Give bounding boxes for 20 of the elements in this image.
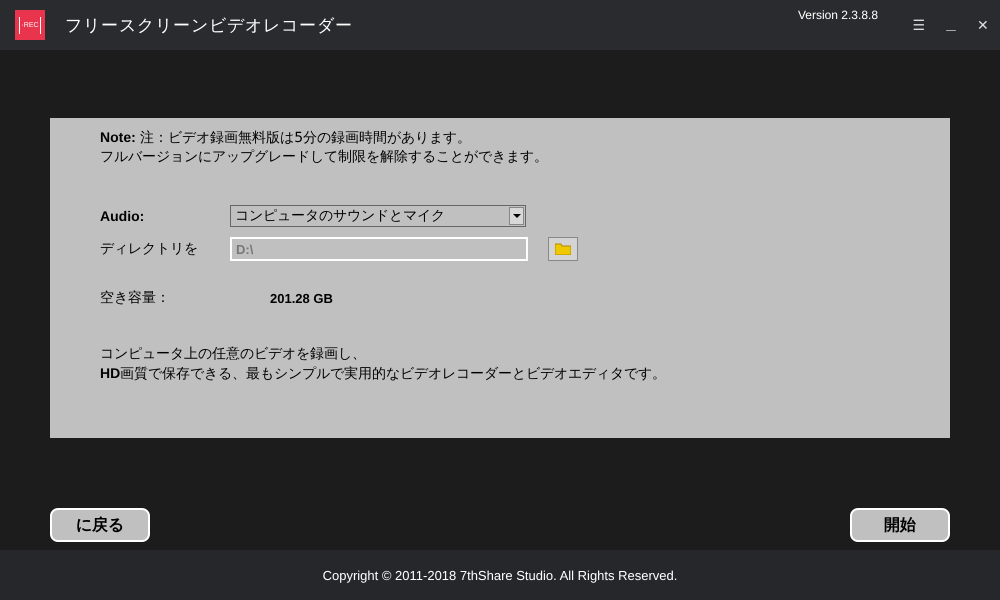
description-text: HD画質で保存できる、最もシンプルで実用的なビデオレコーダーとビデオエディタです。: [100, 364, 668, 384]
close-button[interactable]: ✕: [968, 17, 998, 33]
folder-icon: [555, 243, 571, 255]
start-button[interactable]: 開始: [850, 508, 950, 542]
audio-dropdown[interactable]: コンピュータのサウンドとマイク: [230, 205, 526, 227]
caret-icon: [509, 207, 524, 225]
description-text: コンピュータ上の任意のビデオを録画し、: [100, 345, 367, 364]
audio-label: Audio:: [100, 208, 146, 224]
window-title: フリースクリーンビデオレコーダー: [65, 14, 354, 36]
browse-folder-button[interactable]: [548, 237, 578, 261]
menu-button[interactable]: ☰: [904, 17, 934, 33]
note-text: Note: 注：ビデオ録画無料版は5分の録画時間があります。: [100, 128, 472, 148]
version-label: Version 2.3.8.8: [798, 8, 878, 22]
back-button[interactable]: に戻る: [50, 508, 150, 542]
copyright-text: Copyright © 2011-2018 7thShare Studio. All Rights Reserved.: [0, 550, 1000, 600]
note-text: フルバージョンにアップグレードして制限を解除することができます。: [100, 148, 549, 167]
minimize-button[interactable]: ＿: [936, 16, 966, 34]
free-space-label: 空き容量：: [100, 289, 171, 307]
directory-label: ディレクトリを: [100, 240, 199, 258]
free-space-value: 201.28 GB: [270, 290, 333, 306]
